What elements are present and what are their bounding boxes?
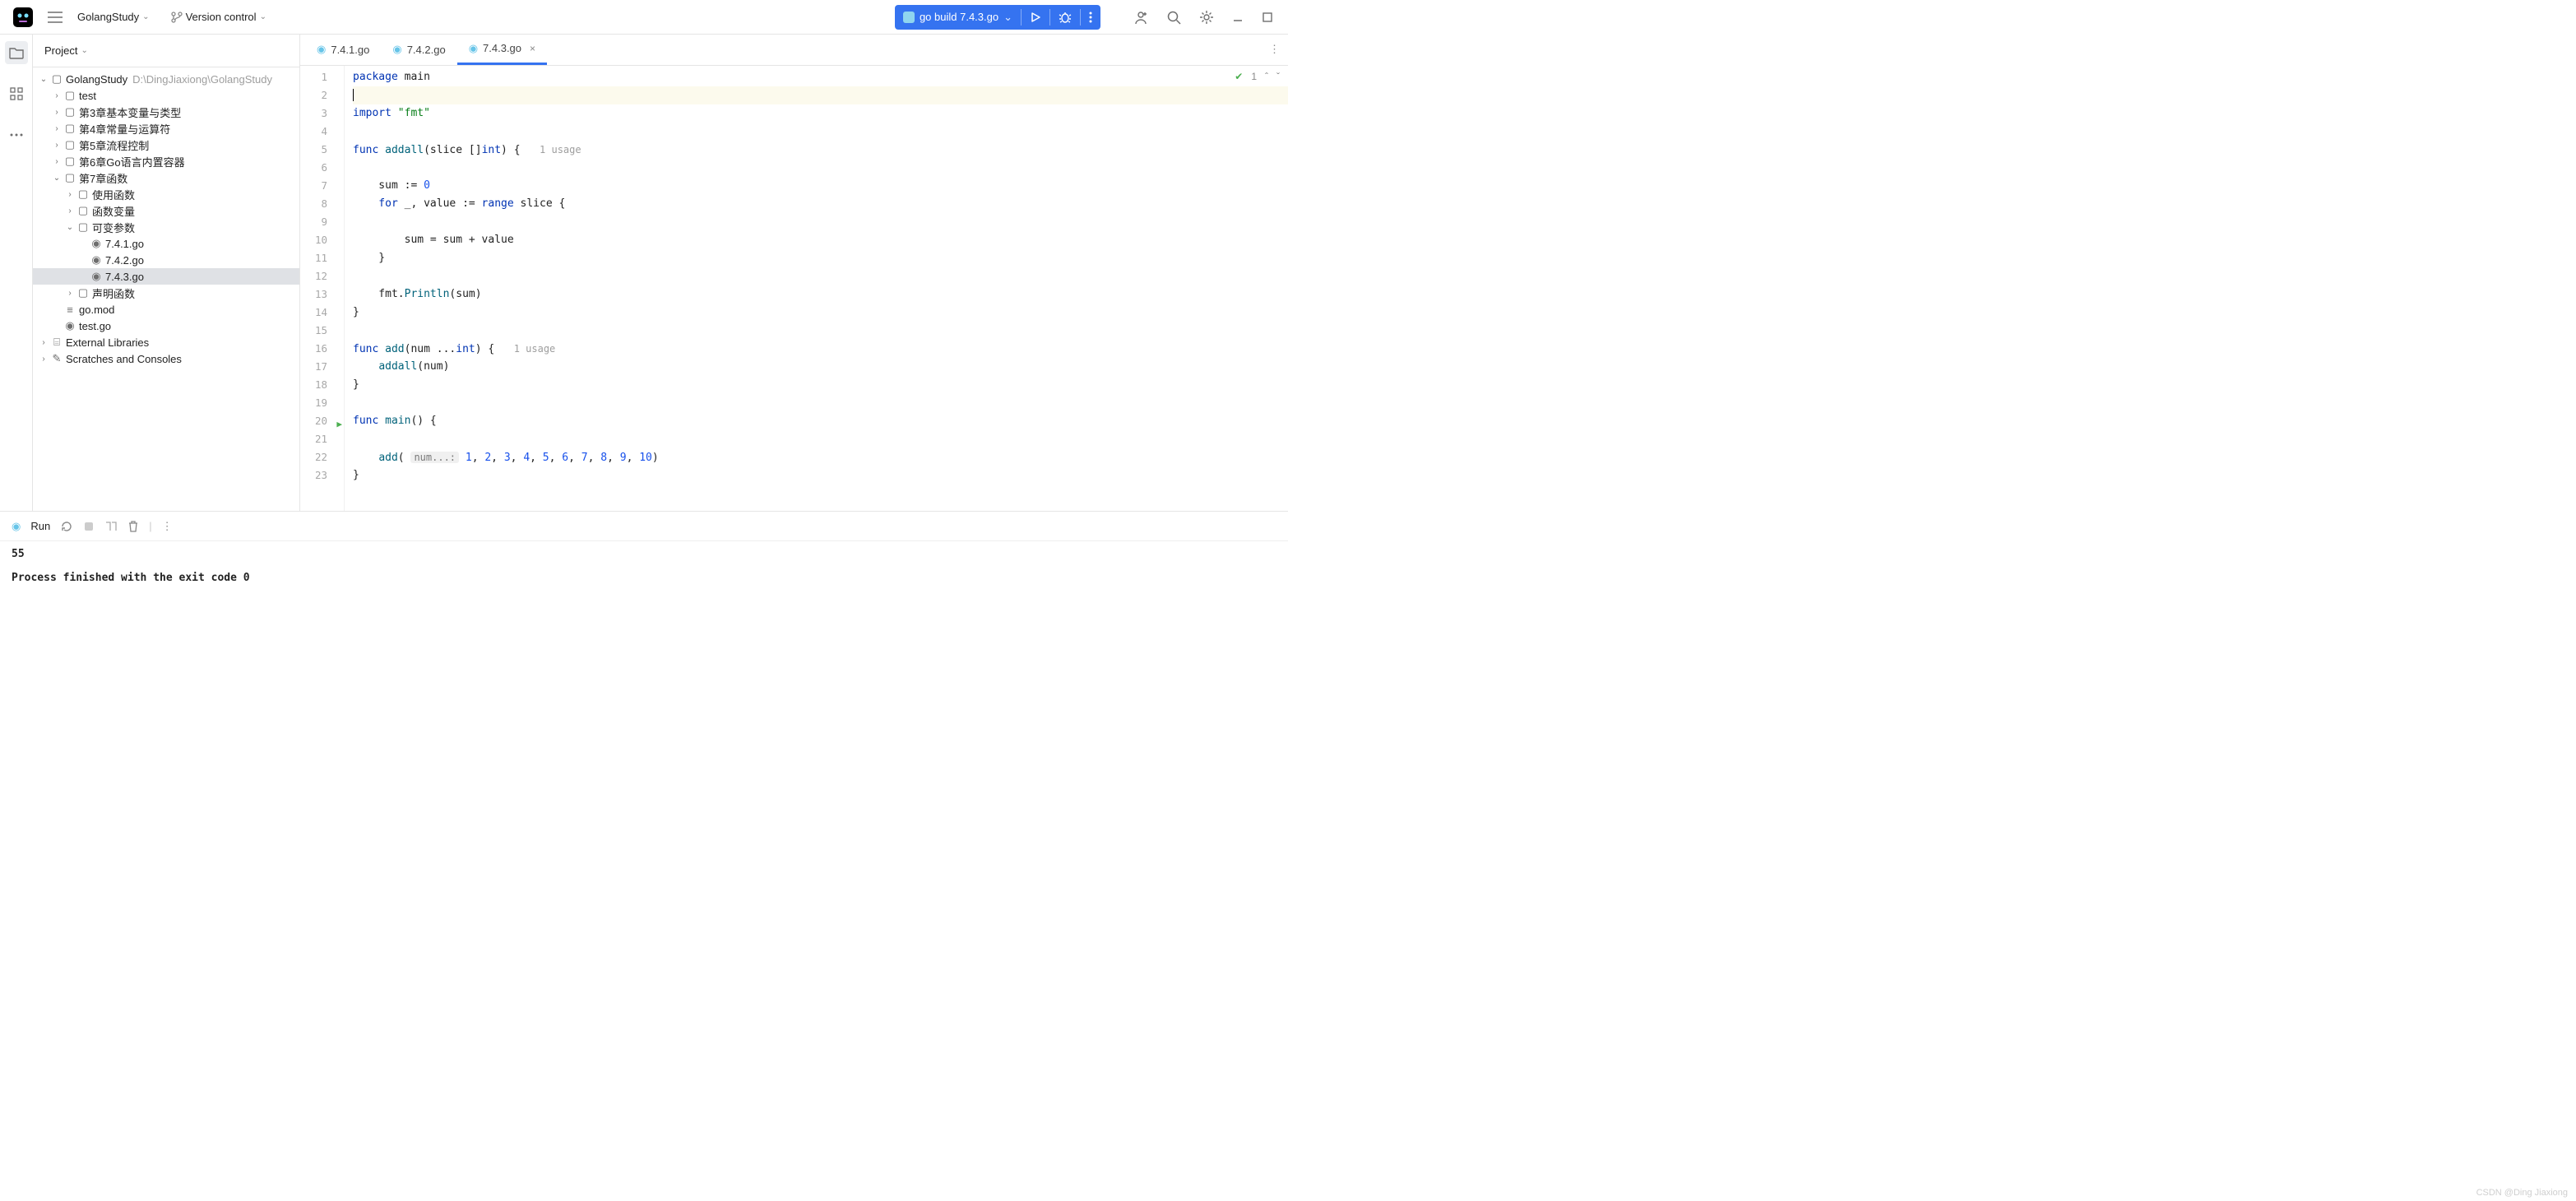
run-config-widget: go build 7.4.3.go ⌄	[895, 5, 1100, 30]
run-config-name: go build 7.4.3.go	[920, 11, 998, 23]
go-file-icon	[903, 12, 915, 23]
tree-folder-declfunc[interactable]: ›▢声明函数	[33, 285, 299, 301]
console-line: 55	[12, 548, 1276, 560]
ide-logo-icon	[13, 7, 33, 27]
watermark: CSDN @Ding Jiaxiong	[2476, 1188, 2568, 1198]
structure-icon	[10, 87, 23, 100]
tree-folder-ch6[interactable]: ›▢第6章Go语言内置容器	[33, 153, 299, 169]
minimize-button[interactable]	[1232, 12, 1244, 23]
tree-folder-test[interactable]: ›▢test	[33, 87, 299, 104]
library-icon: ⌸	[49, 336, 64, 349]
go-file-icon: ◉	[469, 42, 478, 55]
vcs-label: Version control	[186, 11, 257, 23]
editor-pane: ◉7.4.1.go ◉7.4.2.go ◉7.4.3.go× ⋮ ✔1 ˆ ˇ …	[300, 35, 1288, 511]
tree-folder-ch4[interactable]: ›▢第4章常量与运算符	[33, 120, 299, 137]
tree-file-741[interactable]: ·◉7.4.1.go	[33, 235, 299, 252]
bug-icon	[1059, 12, 1072, 23]
tree-folder-ch7[interactable]: ⌄▢第7章函数	[33, 169, 299, 186]
go-file-icon: ◉	[89, 237, 104, 250]
chevron-down-icon: ⌄	[1003, 11, 1012, 24]
code-with-me-icon[interactable]	[1133, 10, 1148, 25]
settings-icon[interactable]	[1199, 10, 1214, 25]
play-icon	[1030, 12, 1041, 23]
project-view-selector[interactable]: Project ⌄	[33, 35, 299, 67]
project-selector[interactable]: GolangStudy ⌄	[77, 11, 150, 23]
maximize-button[interactable]	[1262, 12, 1273, 23]
tree-file-742[interactable]: ·◉7.4.2.go	[33, 252, 299, 268]
run-button[interactable]	[1022, 5, 1049, 30]
go-file-icon: ◉	[12, 520, 21, 533]
console-exit-line: Process finished with the exit code 0	[12, 572, 1276, 584]
debug-button[interactable]	[1050, 5, 1080, 30]
search-icon[interactable]	[1166, 10, 1181, 25]
top-bar: GolangStudy ⌄ Version control ⌄ go build…	[0, 0, 1288, 35]
branch-icon	[171, 12, 183, 23]
folder-icon	[9, 46, 24, 59]
trash-icon[interactable]	[127, 520, 139, 533]
chevron-down-icon: ⌄	[81, 46, 87, 55]
sidebar-title: Project	[44, 44, 77, 57]
stop-icon[interactable]	[83, 521, 95, 532]
tree-folder-usefunc[interactable]: ›▢使用函数	[33, 186, 299, 202]
code-area[interactable]: ✔1 ˆ ˇ 1234 5678 9101112 13141516 171819…	[300, 66, 1288, 511]
tabs-more-icon[interactable]: ⋮	[1269, 43, 1280, 56]
tree-folder-ch3[interactable]: ›▢第3章基本变量与类型	[33, 104, 299, 120]
console-output[interactable]: 55 Process finished with the exit code 0	[0, 541, 1288, 600]
tree-scratches[interactable]: ›✎Scratches and Consoles	[33, 350, 299, 367]
tree-root[interactable]: ⌄▢GolangStudyD:\DingJiaxiong\GolangStudy	[33, 71, 299, 87]
structure-tool-button[interactable]	[5, 82, 28, 105]
run-config-selector[interactable]: go build 7.4.3.go ⌄	[895, 5, 1021, 30]
tab-743[interactable]: ◉7.4.3.go×	[457, 35, 547, 65]
run-tool-window: ◉ Run | ⋮ 55 Process finished with the e…	[0, 511, 1288, 600]
run-more-icon[interactable]: ⋮	[162, 520, 173, 533]
folder-icon: ▢	[49, 72, 64, 86]
editor-tabs: ◉7.4.1.go ◉7.4.2.go ◉7.4.3.go× ⋮	[300, 35, 1288, 66]
tree-file-testgo[interactable]: ·◉test.go	[33, 318, 299, 334]
tree-folder-ch5[interactable]: ›▢第5章流程控制	[33, 137, 299, 153]
topbar-right-icons	[1133, 10, 1273, 25]
tab-741[interactable]: ◉7.4.1.go	[305, 35, 381, 65]
more-run-button[interactable]	[1081, 5, 1100, 30]
go-file-icon: ◉	[63, 319, 77, 332]
code-lines[interactable]: package main import "fmt" func addall(sl…	[345, 66, 1288, 511]
project-tool-button[interactable]	[5, 41, 28, 64]
left-tool-strip	[0, 35, 33, 511]
main-menu-button[interactable]	[48, 12, 63, 23]
tree-folder-funcvar[interactable]: ›▢函数变量	[33, 202, 299, 219]
kebab-icon	[1089, 12, 1092, 23]
run-title: Run	[30, 520, 50, 532]
tab-742[interactable]: ◉7.4.2.go	[381, 35, 456, 65]
go-file-icon: ◉	[89, 270, 104, 283]
go-file-icon: ◉	[317, 43, 326, 56]
project-tree: ⌄▢GolangStudyD:\DingJiaxiong\GolangStudy…	[33, 67, 299, 370]
tree-file-743[interactable]: ·◉7.4.3.go	[33, 268, 299, 285]
go-file-icon: ◉	[89, 253, 104, 267]
layout-icon[interactable]	[104, 521, 118, 532]
scratch-icon: ✎	[49, 352, 64, 365]
go-file-icon: ◉	[392, 43, 401, 56]
project-sidebar: Project ⌄ ⌄▢GolangStudyD:\DingJiaxiong\G…	[33, 35, 300, 511]
more-tool-button[interactable]	[5, 123, 28, 146]
run-toolbar: ◉ Run | ⋮	[0, 512, 1288, 541]
chevron-down-icon: ⌄	[142, 12, 149, 21]
chevron-down-icon: ⌄	[260, 12, 266, 21]
project-name: GolangStudy	[77, 11, 139, 23]
gutter: 1234 5678 9101112 13141516 171819 20▶ 21…	[300, 66, 345, 511]
tree-folder-variadic[interactable]: ⌄▢可变参数	[33, 219, 299, 235]
close-tab-icon[interactable]: ×	[530, 43, 535, 54]
rerun-icon[interactable]	[60, 520, 73, 533]
tree-file-gomod[interactable]: ·≡go.mod	[33, 301, 299, 318]
file-icon: ≡	[63, 304, 77, 316]
ellipsis-icon	[10, 133, 23, 137]
tree-external-libs[interactable]: ›⌸External Libraries	[33, 334, 299, 350]
vcs-selector[interactable]: Version control ⌄	[156, 11, 266, 23]
